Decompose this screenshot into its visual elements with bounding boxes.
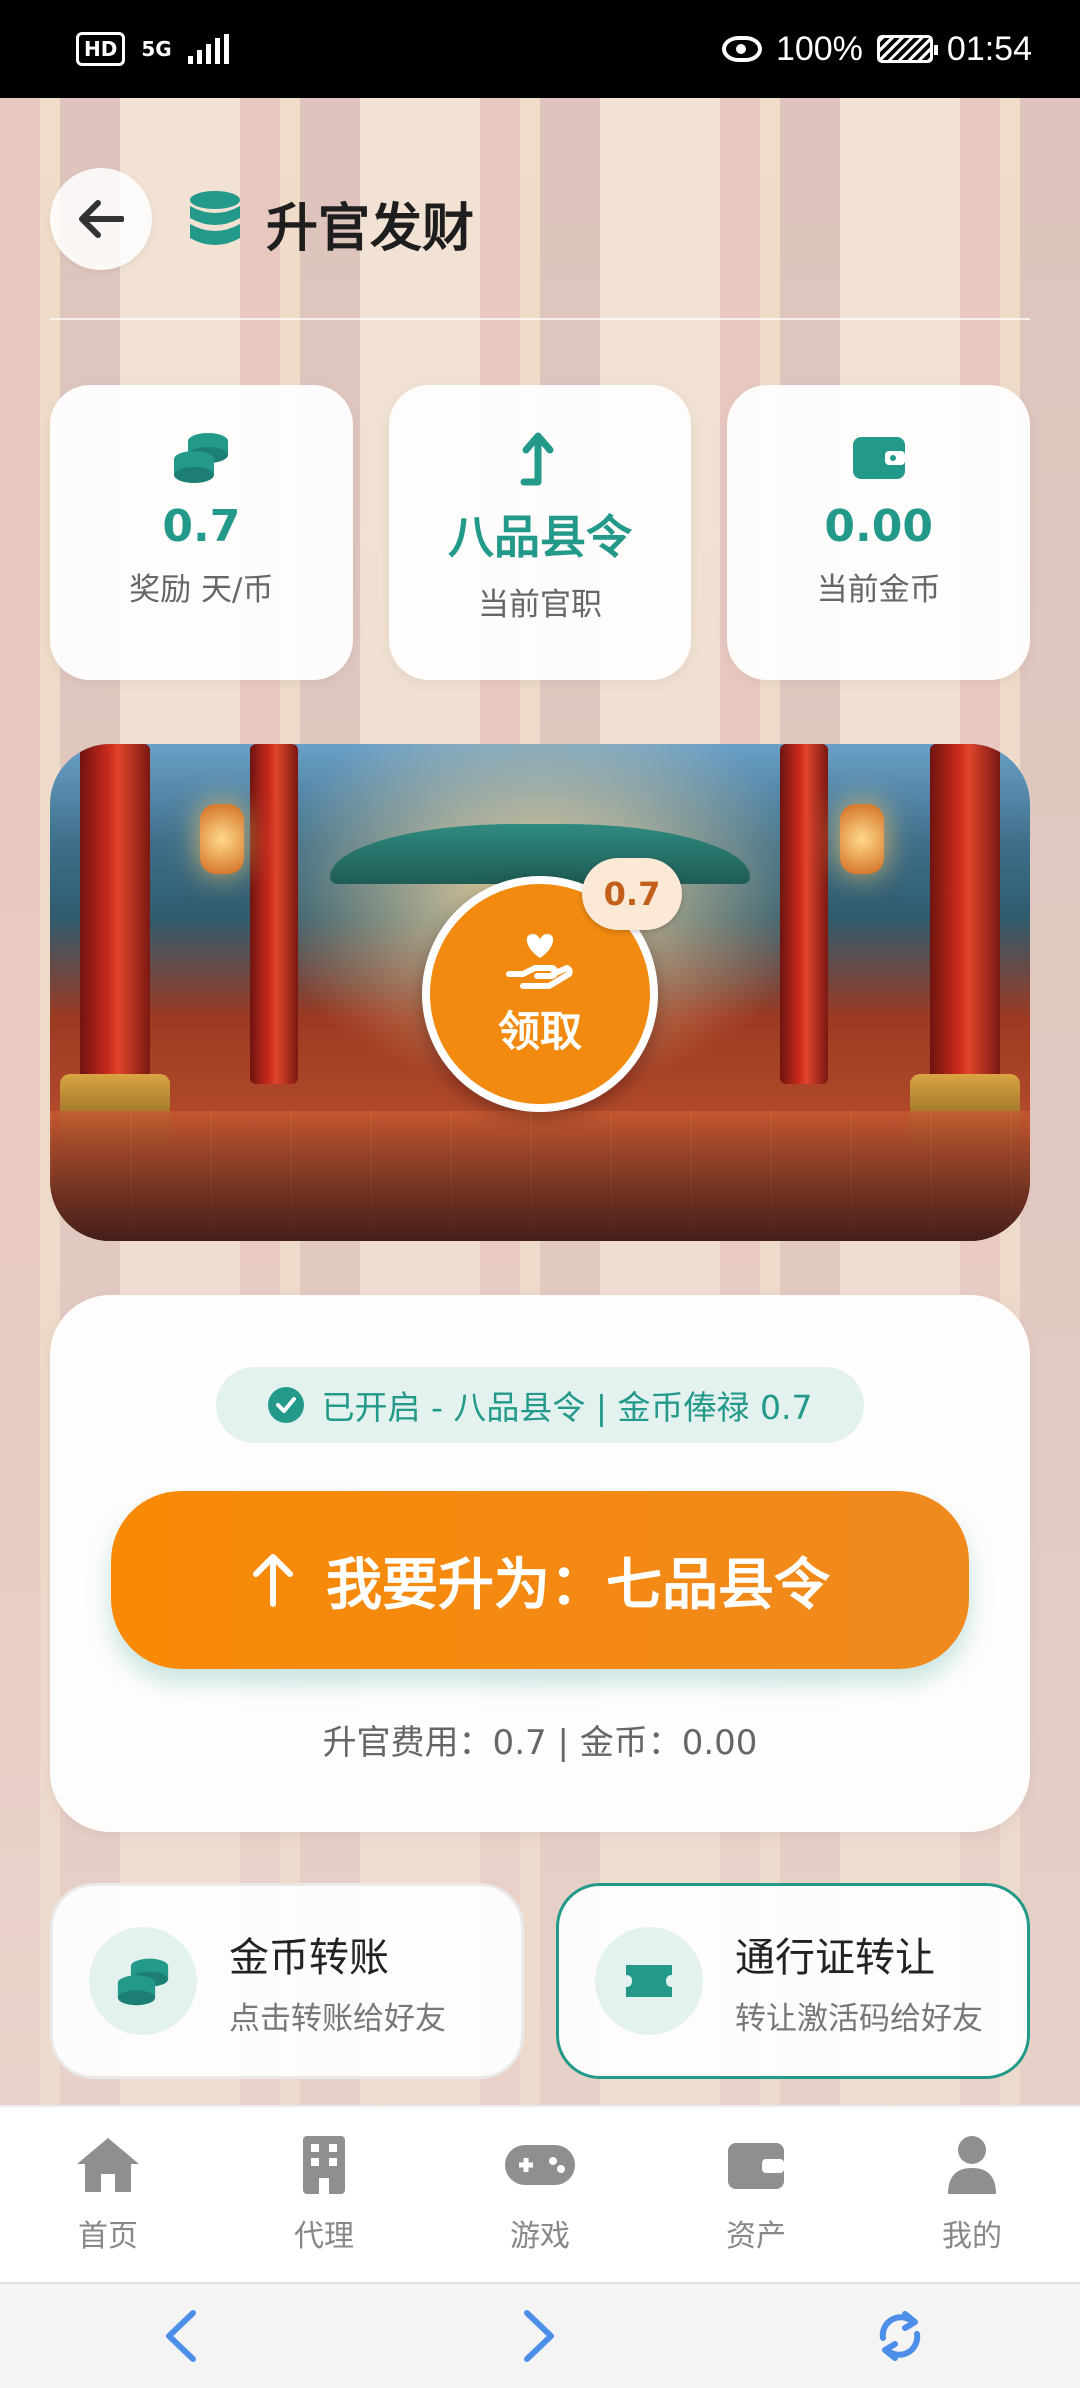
palace-floor [50, 1111, 1030, 1241]
status-bar: HD 5G 100% 01:54 [0, 0, 1080, 98]
arrow-left-icon [79, 200, 124, 238]
browser-refresh-button[interactable] [850, 2296, 950, 2376]
status-left: HD 5G [76, 32, 229, 66]
promotion-card: 已开启 - 八品县令 | 金币俸禄 0.7 我要升为：七品县令 升官费用：0.7… [50, 1295, 1030, 1832]
browser-forward-button[interactable] [490, 2296, 590, 2376]
promote-button[interactable]: 我要升为：七品县令 [111, 1491, 969, 1669]
browser-toolbar [0, 2282, 1080, 2388]
eye-icon [721, 36, 762, 62]
database-icon [190, 191, 240, 245]
rank-stat-card: 八品县令 当前官职 [388, 385, 692, 680]
heart-hand-icon [506, 933, 573, 989]
rank-value: 八品县令 [448, 510, 632, 564]
browser-back-button[interactable] [130, 2296, 230, 2376]
wallet-icon [726, 2133, 786, 2197]
hd-indicator: HD [76, 32, 126, 66]
promotion-cost: 升官费用：0.7 | 金币：0.00 [322, 1723, 758, 1763]
coins-icon [89, 1927, 197, 2035]
gold-value: 0.00 [824, 501, 933, 552]
reward-stat-card: 0.7 奖励 天/币 [50, 385, 353, 680]
nav-label-assets: 资产 [726, 2219, 786, 2254]
nav-label-home: 首页 [78, 2219, 138, 2254]
pass-transfer-title: 通行证转让 [735, 1934, 935, 1981]
back-button[interactable] [50, 168, 152, 270]
nav-label-me: 我的 [942, 2219, 1002, 2254]
pillar [780, 744, 828, 1084]
nav-label-agent: 代理 [294, 2219, 354, 2254]
check-circle-icon [267, 1387, 304, 1423]
arrow-up-icon [253, 1554, 293, 1607]
lantern [840, 804, 884, 874]
status-pill: 已开启 - 八品县令 | 金币俸禄 0.7 [216, 1367, 864, 1443]
building-icon [301, 2133, 347, 2197]
gamepad-icon [503, 2133, 577, 2197]
claim-label: 领取 [497, 1006, 582, 1056]
coins-icon [172, 427, 230, 487]
nav-item-games[interactable]: 游戏 [432, 2107, 648, 2282]
gold-label: 当前金币 [816, 572, 941, 608]
rank-label: 当前官职 [478, 587, 602, 623]
home-icon [75, 2133, 141, 2197]
reward-value: 0.7 [162, 501, 241, 552]
pillar [250, 744, 298, 1084]
nav-item-assets[interactable]: 资产 [648, 2107, 864, 2282]
gold-transfer-title: 金币转账 [229, 1934, 389, 1981]
signal-icon [187, 34, 229, 64]
network-label: 5G [141, 37, 172, 61]
battery-percent: 100% [775, 29, 863, 68]
pillar [930, 744, 1000, 1124]
clock: 01:54 [946, 29, 1032, 68]
header-divider [50, 318, 1030, 320]
reward-label: 奖励 天/币 [129, 572, 274, 608]
gold-transfer-card[interactable]: 金币转账 点击转账给好友 [50, 1883, 524, 2079]
user-icon [946, 2133, 998, 2197]
nav-item-agent[interactable]: 代理 [216, 2107, 432, 2282]
stats-row: 0.7 奖励 天/币 八品县令 当前官职 0.00 当前金币 [50, 385, 1031, 680]
pass-transfer-card[interactable]: 通行证转让 转让激活码给好友 [556, 1883, 1030, 2079]
status-text: 已开启 - 八品县令 | 金币俸禄 0.7 [321, 1388, 813, 1427]
nav-label-games: 游戏 [510, 2219, 570, 2254]
palace-roof [330, 824, 750, 884]
page-header: 升官发财 [0, 98, 1080, 320]
gold-transfer-subtitle: 点击转账给好友 [229, 2000, 446, 2037]
status-right: 100% 01:54 [721, 29, 1032, 69]
lantern [200, 804, 244, 874]
pillar [80, 744, 150, 1124]
nav-item-home[interactable]: 首页 [0, 2107, 216, 2282]
nav-item-me[interactable]: 我的 [864, 2107, 1080, 2282]
bottom-nav: 首页 代理 游戏 资产 我的 [0, 2105, 1080, 2282]
gold-stat-card: 0.00 当前金币 [727, 385, 1031, 680]
refresh-icon [879, 2311, 921, 2361]
wallet-icon [851, 427, 907, 487]
chevron-right-icon [524, 2310, 554, 2362]
palace-banner: 领取 0.7 [50, 744, 1030, 1241]
chevron-left-icon [166, 2310, 196, 2362]
pass-transfer-subtitle: 转让激活码给好友 [735, 2000, 983, 2037]
battery-icon [876, 35, 938, 63]
page-title: 升官发财 [266, 199, 475, 259]
promote-label: 我要升为：七品县令 [326, 1552, 830, 1618]
ticket-icon [595, 1927, 703, 2035]
arrow-up-icon [520, 427, 560, 487]
claim-amount-badge: 0.7 [582, 858, 682, 930]
